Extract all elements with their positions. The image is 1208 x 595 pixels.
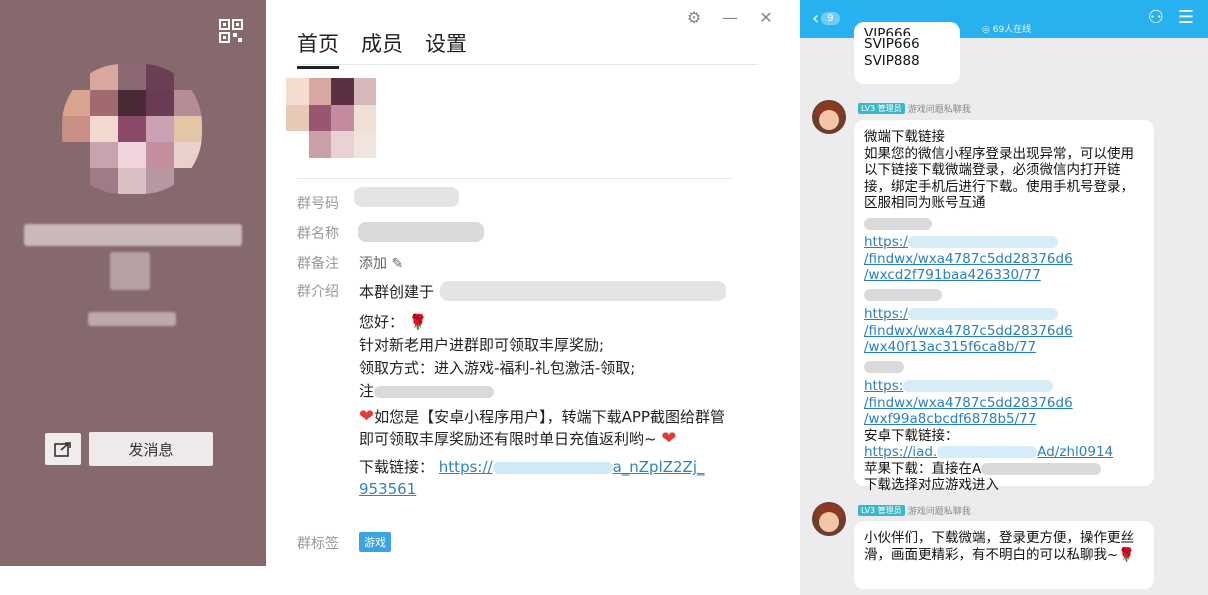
tag-game-badge[interactable]: 游戏 [359, 532, 391, 552]
message-text: 小伙伴们，下载微端，登录更方便，操作更丝滑，画面更精彩，有不明白的可以私聊我~ [864, 530, 1134, 563]
header-actions: ⚇ ☰ [1148, 7, 1194, 28]
group-members-icon[interactable]: ⚇ [1148, 7, 1164, 28]
group-intro: 本群创建于 您好： 🌹 针对新老用户进群即可领取丰厚奖励; 领取方式：进入游戏-… [359, 281, 739, 501]
group-note-add-text: 添加 [359, 256, 387, 272]
group-avatar-large [62, 64, 202, 194]
minimize-icon[interactable]: — [721, 8, 739, 27]
microclient-link-2[interactable]: https://findwx/wxa4787c5dd28376d6/wx40f1… [864, 306, 1073, 355]
level-badge: LV3 管理员 [858, 505, 905, 516]
group-tag-label: 群标签 [297, 536, 339, 552]
share-icon [54, 442, 71, 457]
send-message-button[interactable]: 发消息 [89, 432, 213, 466]
tab-home[interactable]: 首页 [297, 28, 339, 69]
group-name-label: 群名称 [297, 226, 339, 242]
microclient-link-1[interactable]: https://findwx/wxa4787c5dd28376d6/wxcd2f… [864, 234, 1073, 283]
tab-settings[interactable]: 设置 [425, 28, 467, 69]
pin-icon[interactable]: ⚙ [685, 8, 703, 27]
group-avatar-small [286, 78, 376, 158]
rose-icon: 🌹 [408, 313, 428, 331]
rose-icon: 🌹 [1118, 546, 1136, 563]
message-text: 微端下载链接 [864, 129, 945, 145]
group-tag: 游戏 [359, 532, 391, 552]
unread-count-badge: 9 [821, 12, 840, 25]
profile-sidebar: 发消息 [0, 0, 266, 566]
message-bubble: 微端下载链接 如果您的微信小程序登录出现异常，可以使用以下链接下载微端登录，必须… [854, 120, 1154, 493]
microclient-link-3[interactable]: https:/findwx/wxa4787c5dd28376d6/wxf99a8… [864, 378, 1073, 427]
message-line: VIP666 [864, 26, 912, 36]
menu-icon[interactable]: ☰ [1178, 7, 1194, 28]
group-intro-label: 群介绍 [297, 284, 339, 300]
level-badge: LV3 管理员 [858, 103, 905, 114]
intro-redacted [374, 385, 495, 398]
apple-line-2: 下载选择对应游戏进入 [864, 477, 999, 493]
avatar[interactable] [812, 502, 846, 536]
avatar[interactable] [812, 100, 846, 134]
intro-line-3: 领取方式：进入游戏-福利-礼包激活-领取; [359, 359, 636, 377]
qr-code-icon[interactable] [219, 19, 243, 43]
heart-icon: ❤ [359, 406, 375, 427]
info-divider [297, 178, 733, 179]
group-name-redacted [24, 224, 242, 246]
chat-window: ‹ 9 ◎ 69人在线 ⚇ ☰ VIP666 SVIP666 SVIP888 L… [800, 0, 1208, 595]
back-button[interactable]: ‹ 9 [812, 8, 840, 29]
download-label: 下载链接： [359, 458, 435, 476]
edit-icon: ✎ [391, 256, 404, 272]
sender-title: 游戏问题私聊我 [907, 105, 971, 115]
android-label: 安卓下载链接： [864, 427, 959, 444]
group-profile-window: 发消息 ⚙ — ✕ 首页 成员 设置 群号码 群名称 群备注 添加 ✎ 群介绍 [0, 0, 785, 566]
intro-greeting: 您好： [359, 313, 405, 331]
message-line: SVIP888 [864, 52, 920, 69]
message-line: SVIP666 [864, 36, 920, 52]
group-id-redacted [88, 312, 176, 326]
group-code-redacted [354, 187, 459, 207]
message-text: 如果您的微信小程序登录出现异常，可以使用以下链接下载微端登录，必须微信内打开链接… [864, 145, 1134, 212]
share-button[interactable] [45, 433, 81, 465]
sender-title: 游戏问题私聊我 [907, 507, 971, 517]
chevron-left-icon: ‹ [812, 8, 820, 29]
message-bubble: 小伙伴们，下载微端，登录更方便，操作更丝滑，画面更精彩，有不明白的可以私聊我~🌹 [854, 521, 1154, 589]
intro-line-4: 注 [359, 382, 375, 400]
group-code-label: 群号码 [297, 196, 339, 212]
online-count: ◎ 69人在线 [982, 25, 1032, 35]
group-note-add[interactable]: 添加 ✎ [359, 253, 403, 273]
profile-main-panel: ⚙ — ✕ 首页 成员 设置 群号码 群名称 群备注 添加 ✎ 群介绍 本群创建… [266, 0, 785, 566]
group-sub-redacted [110, 252, 150, 290]
heart-icon-2: ❤ [661, 428, 677, 449]
sender-tag: LV3 管理员 游戏问题私聊我 [858, 102, 971, 115]
android-download-link[interactable]: https://iad. Ad/zhl0914 [864, 444, 1113, 460]
window-controls: ⚙ — ✕ [685, 8, 775, 27]
apple-line: 苹果下载：直接在A [864, 460, 982, 477]
profile-tabs: 首页 成员 设置 [297, 28, 467, 69]
tabs-divider [297, 64, 757, 65]
group-name-redacted-field [358, 222, 484, 242]
group-note-label: 群备注 [297, 256, 339, 272]
tab-members[interactable]: 成员 [361, 28, 403, 69]
close-icon[interactable]: ✕ [757, 8, 775, 27]
intro-line-2: 针对新老用户进群即可领取丰厚奖励; [359, 336, 605, 354]
message-bubble: VIP666 SVIP666 SVIP888 [854, 22, 960, 84]
intro-created: 本群创建于 [359, 283, 435, 301]
sender-tag: LV3 管理员 游戏问题私聊我 [858, 504, 971, 517]
